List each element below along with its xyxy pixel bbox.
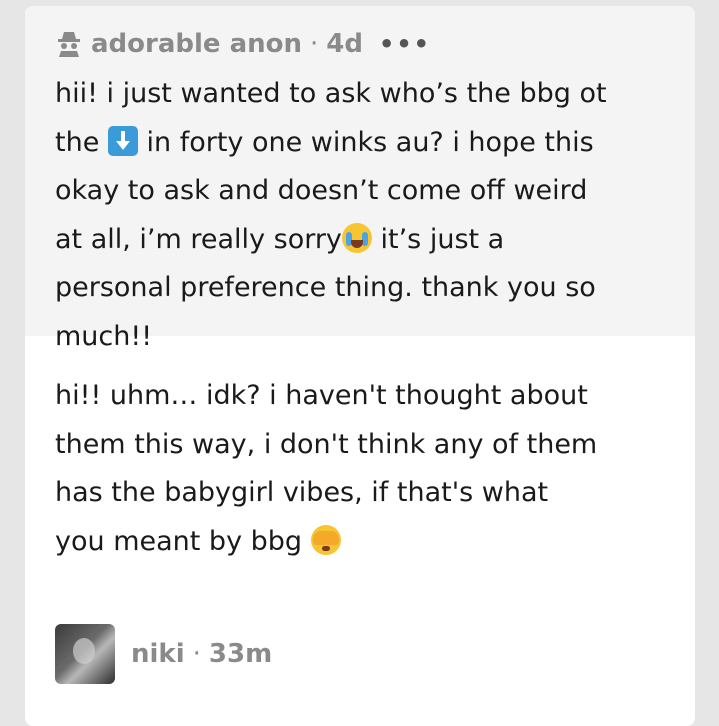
answer-author: niki · 33m: [55, 624, 272, 684]
question-line-text: it’s just a: [380, 223, 505, 255]
ask-box: adorable anon · 4d ••• hii! i just wante…: [25, 6, 695, 352]
author-name[interactable]: niki: [131, 639, 185, 669]
answer-line: hi!! uhm… idk? i haven't thought about: [55, 380, 588, 411]
post-card: adorable anon · 4d ••• hii! i just wante…: [25, 6, 695, 726]
answer-text: hi!! uhm… idk? i haven't thought about t…: [25, 336, 695, 566]
question-line: at all, i’m really sorry it’s just a: [55, 216, 665, 265]
question-line: the in forty one winks au? i hope this: [55, 119, 665, 168]
avatar[interactable]: [55, 624, 115, 684]
question-line: personal preference thing. thank you so: [55, 272, 596, 303]
answer-line: them this way, i don't think any of them: [55, 428, 598, 460]
separator-dot: ·: [192, 639, 201, 669]
face-with-open-eyes-and-hand-emoji-icon: [310, 524, 341, 555]
question-text: hii! i just wanted to ask who’s the bbg …: [55, 70, 665, 361]
more-options-icon[interactable]: •••: [379, 30, 431, 58]
answer-line: you meant by bbg: [55, 518, 665, 567]
anonymous-spy-icon: [58, 32, 80, 57]
answer-line-text: you meant by bbg: [55, 525, 303, 557]
down-arrow-emoji-icon: [107, 125, 138, 156]
question-line: okay to ask and doesn’t come off weird: [55, 175, 588, 206]
author-timestamp: 33m: [208, 639, 273, 669]
asker-name[interactable]: adorable anon: [91, 29, 302, 59]
answer-line: has the babygirl vibes, if that's what: [55, 477, 549, 508]
question-line: hii! i just wanted to ask who’s the bbg …: [55, 78, 607, 109]
separator-dot: ·: [310, 29, 319, 59]
ask-timestamp: 4d: [326, 29, 363, 59]
question-word: the: [55, 126, 100, 158]
ask-header: adorable anon · 4d •••: [55, 24, 665, 64]
question-line-text: at all, i’m really sorry: [55, 223, 342, 255]
crying-face-emoji-icon: [341, 222, 372, 253]
question-line-text: in forty one winks au? i hope this: [146, 126, 594, 158]
